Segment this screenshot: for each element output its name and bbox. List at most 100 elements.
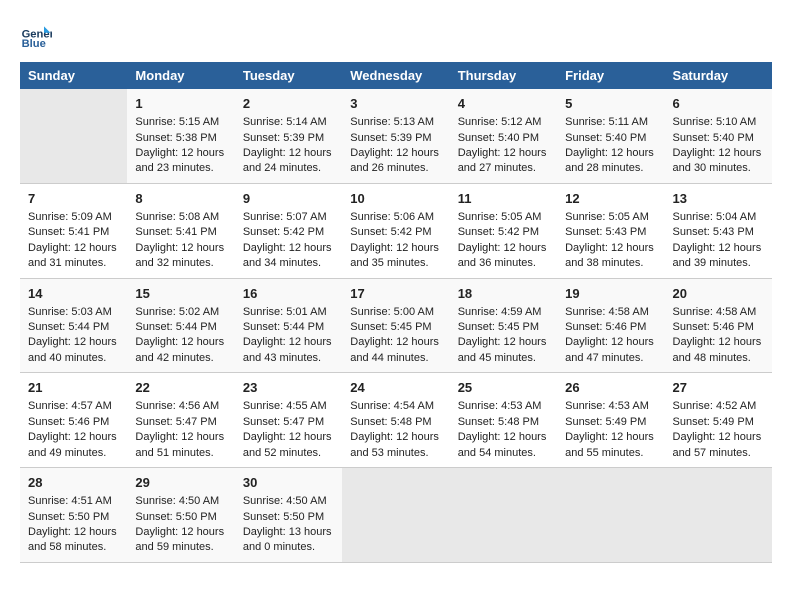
calendar-cell: 21Sunrise: 4:57 AMSunset: 5:46 PMDayligh…	[20, 373, 127, 468]
daylight-line1: Daylight: 12 hours	[243, 147, 332, 159]
sunrise-info: Sunrise: 5:08 AM	[135, 211, 219, 223]
calendar-cell: 6Sunrise: 5:10 AMSunset: 5:40 PMDaylight…	[665, 89, 772, 183]
sunset-info: Sunset: 5:41 PM	[28, 226, 109, 238]
daylight-line1: Daylight: 12 hours	[350, 242, 439, 254]
daylight-line1: Daylight: 12 hours	[458, 431, 547, 443]
calendar-cell: 11Sunrise: 5:05 AMSunset: 5:42 PMDayligh…	[450, 183, 557, 278]
sunrise-info: Sunrise: 5:03 AM	[28, 306, 112, 318]
day-number: 4	[458, 95, 549, 113]
header: General Blue	[20, 20, 772, 52]
sunrise-info: Sunrise: 5:04 AM	[673, 211, 757, 223]
daylight-line2: and 39 minutes.	[673, 257, 751, 269]
sunrise-info: Sunrise: 4:52 AM	[673, 400, 757, 412]
day-number: 28	[28, 474, 119, 492]
daylight-line1: Daylight: 12 hours	[565, 431, 654, 443]
sunrise-info: Sunrise: 5:01 AM	[243, 306, 327, 318]
sunset-info: Sunset: 5:48 PM	[350, 416, 431, 428]
daylight-line1: Daylight: 12 hours	[565, 336, 654, 348]
day-number: 23	[243, 379, 334, 397]
daylight-line2: and 57 minutes.	[673, 447, 751, 459]
day-number: 3	[350, 95, 441, 113]
daylight-line2: and 48 minutes.	[673, 352, 751, 364]
sunset-info: Sunset: 5:50 PM	[28, 511, 109, 523]
daylight-line1: Daylight: 12 hours	[243, 431, 332, 443]
daylight-line2: and 59 minutes.	[135, 541, 213, 553]
daylight-line2: and 51 minutes.	[135, 447, 213, 459]
daylight-line2: and 35 minutes.	[350, 257, 428, 269]
sunrise-info: Sunrise: 4:53 AM	[458, 400, 542, 412]
sunset-info: Sunset: 5:43 PM	[565, 226, 646, 238]
day-number: 17	[350, 285, 441, 303]
sunset-info: Sunset: 5:45 PM	[458, 321, 539, 333]
calendar-cell: 2 Sunrise: 5:14 AM Sunset: 5:39 PM Daylight…	[235, 89, 342, 183]
daylight-line1: Daylight: 13 hours	[243, 526, 332, 538]
sunset-info: Sunset: 5:43 PM	[673, 226, 754, 238]
calendar-cell: 24Sunrise: 4:54 AMSunset: 5:48 PMDayligh…	[342, 373, 449, 468]
sunrise-info: Sunrise: 5:06 AM	[350, 211, 434, 223]
calendar-header-row: SundayMondayTuesdayWednesdayThursdayFrid…	[20, 62, 772, 89]
sunset-info: Sunset: 5:39 PM	[243, 132, 324, 144]
sunrise-info: Sunrise: 4:53 AM	[565, 400, 649, 412]
calendar-cell: 14Sunrise: 5:03 AMSunset: 5:44 PMDayligh…	[20, 278, 127, 373]
calendar-cell	[557, 468, 664, 563]
sunset-info: Sunset: 5:42 PM	[458, 226, 539, 238]
daylight-line1: Daylight: 12 hours	[135, 526, 224, 538]
daylight-line2: and 31 minutes.	[28, 257, 106, 269]
calendar-cell: 29Sunrise: 4:50 AMSunset: 5:50 PMDayligh…	[127, 468, 234, 563]
daylight-line1: Daylight: 12 hours	[28, 336, 117, 348]
day-number: 29	[135, 474, 226, 492]
daylight-line1: Daylight: 12 hours	[565, 147, 654, 159]
sunset-info: Sunset: 5:47 PM	[135, 416, 216, 428]
sunset-info: Sunset: 5:40 PM	[673, 132, 754, 144]
calendar-cell: 10Sunrise: 5:06 AMSunset: 5:42 PMDayligh…	[342, 183, 449, 278]
sunset-info: Sunset: 5:47 PM	[243, 416, 324, 428]
sunrise-info: Sunrise: 5:07 AM	[243, 211, 327, 223]
daylight-line2: and 42 minutes.	[135, 352, 213, 364]
daylight-line1: Daylight: 12 hours	[350, 336, 439, 348]
sunrise-info: Sunrise: 5:09 AM	[28, 211, 112, 223]
sunrise-info: Sunrise: 5:02 AM	[135, 306, 219, 318]
sunset-info: Sunset: 5:44 PM	[243, 321, 324, 333]
day-number: 2	[243, 95, 334, 113]
col-header-thursday: Thursday	[450, 62, 557, 89]
day-number: 25	[458, 379, 549, 397]
day-number: 12	[565, 190, 656, 208]
daylight-line2: and 26 minutes.	[350, 162, 428, 174]
calendar-cell: 15Sunrise: 5:02 AMSunset: 5:44 PMDayligh…	[127, 278, 234, 373]
sunrise-info: Sunrise: 4:55 AM	[243, 400, 327, 412]
calendar-cell: 9Sunrise: 5:07 AMSunset: 5:42 PMDaylight…	[235, 183, 342, 278]
calendar-cell: 18Sunrise: 4:59 AMSunset: 5:45 PMDayligh…	[450, 278, 557, 373]
daylight-line2: and 36 minutes.	[458, 257, 536, 269]
calendar-cell: 17Sunrise: 5:00 AMSunset: 5:45 PMDayligh…	[342, 278, 449, 373]
daylight-line1: Daylight: 12 hours	[135, 336, 224, 348]
daylight-line1: Daylight: 12 hours	[28, 431, 117, 443]
day-number: 26	[565, 379, 656, 397]
calendar-cell: 22Sunrise: 4:56 AMSunset: 5:47 PMDayligh…	[127, 373, 234, 468]
daylight-line2: and 30 minutes.	[673, 162, 751, 174]
col-header-sunday: Sunday	[20, 62, 127, 89]
col-header-wednesday: Wednesday	[342, 62, 449, 89]
calendar-cell: 20Sunrise: 4:58 AMSunset: 5:46 PMDayligh…	[665, 278, 772, 373]
col-header-friday: Friday	[557, 62, 664, 89]
sunset-info: Sunset: 5:41 PM	[135, 226, 216, 238]
daylight-line1: Daylight: 12 hours	[28, 242, 117, 254]
calendar-cell: 27Sunrise: 4:52 AMSunset: 5:49 PMDayligh…	[665, 373, 772, 468]
day-number: 16	[243, 285, 334, 303]
daylight-line2: and 58 minutes.	[28, 541, 106, 553]
daylight-line2: and 47 minutes.	[565, 352, 643, 364]
day-number: 24	[350, 379, 441, 397]
sunrise-info: Sunrise: 4:58 AM	[673, 306, 757, 318]
sunrise-info: Sunrise: 4:54 AM	[350, 400, 434, 412]
calendar-cell	[665, 468, 772, 563]
sunset-info: Sunset: 5:44 PM	[28, 321, 109, 333]
sunset-info: Sunset: 5:49 PM	[673, 416, 754, 428]
daylight-line2: and 32 minutes.	[135, 257, 213, 269]
week-row-3: 14Sunrise: 5:03 AMSunset: 5:44 PMDayligh…	[20, 278, 772, 373]
daylight-line2: and 55 minutes.	[565, 447, 643, 459]
daylight-line2: and 28 minutes.	[565, 162, 643, 174]
sunrise-info: Sunrise: 5:14 AM	[243, 116, 327, 128]
daylight-line2: and 24 minutes.	[243, 162, 321, 174]
col-header-tuesday: Tuesday	[235, 62, 342, 89]
sunset-info: Sunset: 5:50 PM	[243, 511, 324, 523]
daylight-line2: and 43 minutes.	[243, 352, 321, 364]
